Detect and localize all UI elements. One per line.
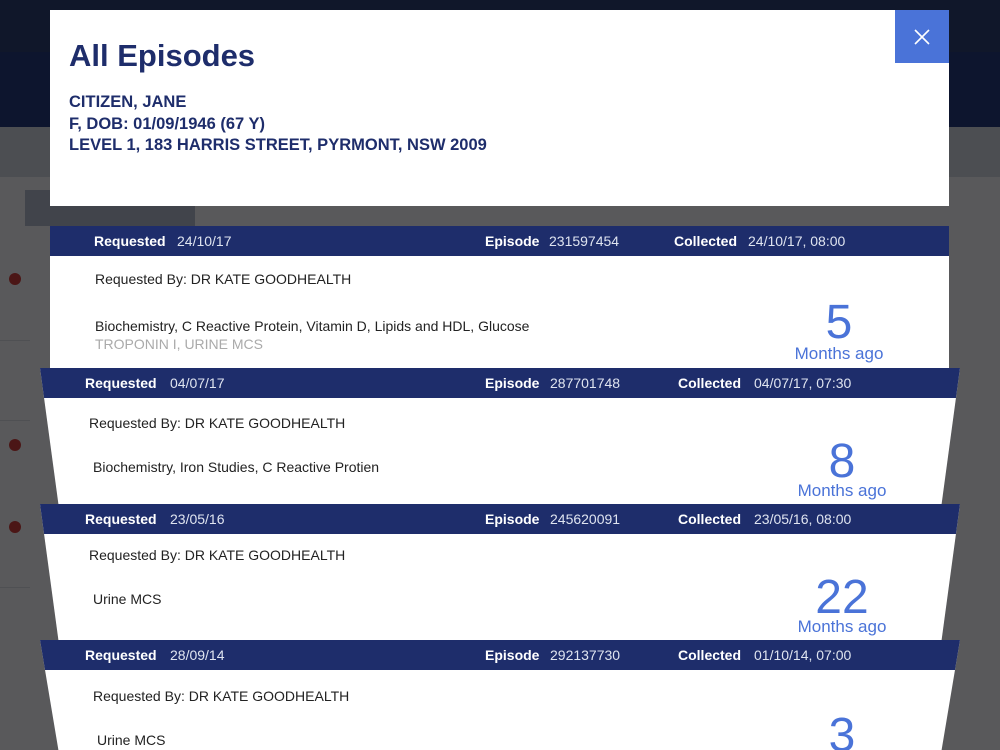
patient-name: CITIZEN, JANE <box>69 93 187 111</box>
collected-label: Collected <box>678 511 742 527</box>
requested-by: Requested By: DR KATE GOODHEALTH <box>95 271 352 287</box>
episode-label: Episode <box>485 511 540 527</box>
time-ago-value: 3 <box>828 709 856 750</box>
collected-date: 04/07/17, 07:30 <box>754 375 852 391</box>
episode-number: 287701748 <box>550 375 621 391</box>
dialog-title: All Episodes <box>69 38 256 73</box>
requested-by: Requested By: DR KATE GOODHEALTH <box>93 688 350 704</box>
episode-card[interactable]: Requested 24/10/17 Episode 231597454 Col… <box>50 226 949 368</box>
patient-demographics: F, DOB: 01/09/1946 (67 Y) <box>69 114 265 133</box>
test-list: Urine MCS <box>97 732 166 748</box>
requested-date: 28/09/14 <box>170 647 225 663</box>
episode-label: Episode <box>485 375 540 391</box>
requested-date: 04/07/17 <box>170 375 225 391</box>
requested-date: 24/10/17 <box>177 233 232 249</box>
episode-number: 231597454 <box>549 233 620 249</box>
close-icon <box>914 28 930 45</box>
requested-label: Requested <box>85 647 157 663</box>
pending-test-list: TROPONIN I, URINE MCS <box>95 336 264 352</box>
test-list: Urine MCS <box>93 591 162 607</box>
collected-date: 24/10/17, 08:00 <box>748 233 846 249</box>
requested-label: Requested <box>85 511 157 527</box>
episode-label: Episode <box>485 647 540 663</box>
time-ago-value: 8 <box>828 435 856 488</box>
episode-card-header: Requested 24/10/17 Episode 231597454 Col… <box>50 226 949 256</box>
requested-by: Requested By: DR KATE GOODHEALTH <box>89 547 346 563</box>
episode-card-header: Requested 04/07/17 Episode 287701748 Col… <box>40 368 960 398</box>
episode-number: 292137730 <box>550 647 621 663</box>
time-ago-value: 22 <box>815 571 869 624</box>
collected-label: Collected <box>678 375 742 391</box>
requested-date: 23/05/16 <box>170 511 225 527</box>
episode-card-header: Requested 23/05/16 Episode 245620091 Col… <box>40 504 960 534</box>
episode-card[interactable]: Requested 04/07/17 Episode 287701748 Col… <box>40 368 960 504</box>
collected-label: Collected <box>678 647 742 663</box>
collected-date: 23/05/16, 08:00 <box>754 511 852 527</box>
close-button[interactable] <box>895 10 949 63</box>
time-ago-value: 5 <box>825 296 853 349</box>
collected-label: Collected <box>674 233 738 249</box>
patient-address: LEVEL 1, 183 HARRIS STREET, PYRMONT, NSW… <box>69 136 487 154</box>
requested-label: Requested <box>85 375 157 391</box>
time-ago-unit: Months ago <box>797 617 887 636</box>
episode-label: Episode <box>485 233 540 249</box>
requested-by: Requested By: DR KATE GOODHEALTH <box>89 415 346 431</box>
episode-card[interactable]: Requested 28/09/14 Episode 292137730 Col… <box>40 640 960 750</box>
requested-label: Requested <box>94 233 166 249</box>
episode-card-header: Requested 28/09/14 Episode 292137730 Col… <box>40 640 960 670</box>
time-ago-unit: Months ago <box>794 344 884 363</box>
test-list: Biochemistry, Iron Studies, C Reactive P… <box>93 459 380 475</box>
test-list: Biochemistry, C Reactive Protein, Vitami… <box>95 318 530 334</box>
episode-card[interactable]: Requested 23/05/16 Episode 245620091 Col… <box>40 504 960 640</box>
collected-date: 01/10/14, 07:00 <box>754 647 852 663</box>
patient-details: CITIZEN, JANE F, DOB: 01/09/1946 (67 Y) … <box>69 92 487 157</box>
time-ago-unit: Months ago <box>797 481 887 500</box>
episode-number: 245620091 <box>550 511 621 527</box>
episodes-dialog-header: All Episodes CITIZEN, JANE F, DOB: 01/09… <box>50 10 949 206</box>
